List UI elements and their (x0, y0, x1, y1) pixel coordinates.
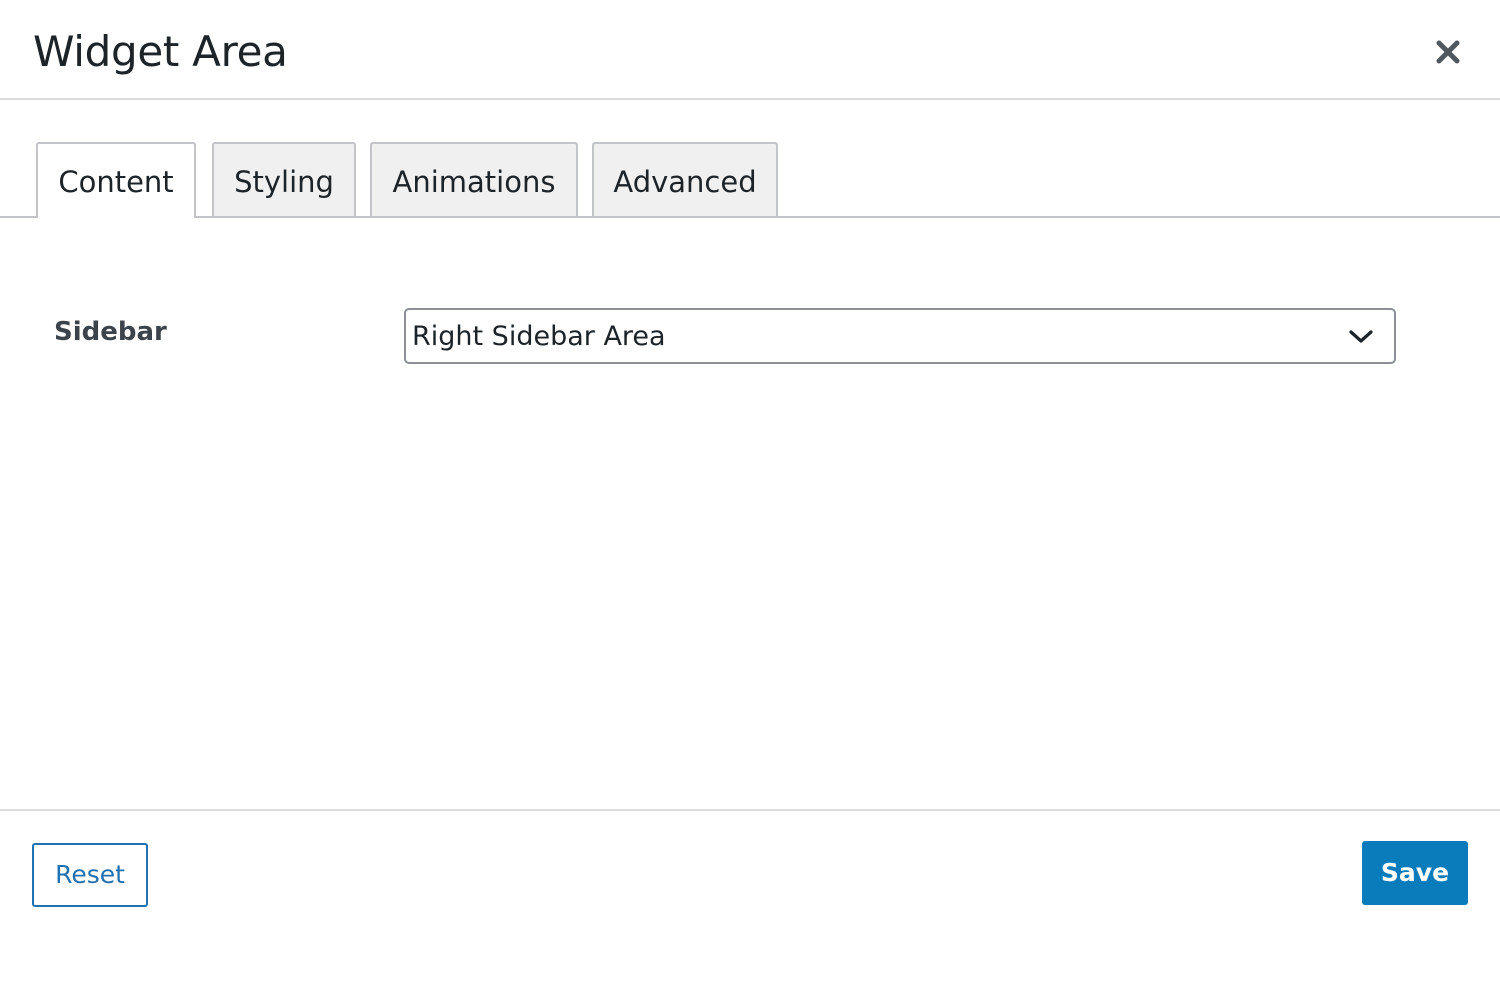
sidebar-select[interactable]: Right Sidebar Area (404, 308, 1396, 364)
tab-bar: Content Styling Animations Advanced (0, 142, 1500, 218)
chevron-down-icon (1348, 326, 1374, 346)
sidebar-select-value: Right Sidebar Area (412, 321, 666, 352)
reset-button[interactable]: Reset (32, 843, 148, 907)
tab-styling[interactable]: Styling (212, 142, 356, 216)
close-button[interactable] (1426, 30, 1470, 74)
tab-advanced[interactable]: Advanced (592, 142, 778, 216)
tab-animations[interactable]: Animations (370, 142, 578, 216)
dialog-header: Widget Area (0, 0, 1500, 100)
save-button[interactable]: Save (1362, 841, 1468, 905)
dialog-footer: Reset Save (0, 809, 1500, 1000)
close-icon (1436, 40, 1460, 64)
sidebar-label: Sidebar (54, 317, 167, 347)
dialog-title: Widget Area (33, 27, 288, 76)
tab-content[interactable]: Content (36, 142, 196, 218)
widget-area-dialog: Widget Area Content Styling Animations A… (0, 0, 1500, 1000)
